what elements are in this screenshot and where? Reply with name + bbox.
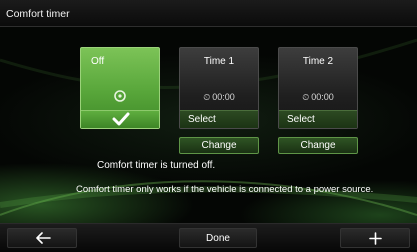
change-time-1-button[interactable]: Change: [179, 137, 259, 154]
tile-time-1[interactable]: Time 1 ⏲ 00:00 Select: [179, 47, 259, 129]
tile-time-2-select[interactable]: Select: [279, 110, 357, 128]
bottom-bar: Done: [0, 223, 417, 252]
comfort-timer-screen: Comfort timer Off Time 1 ⏲ 00:00 Select T…: [0, 0, 417, 252]
timer-clock-icon: ⏲: [203, 92, 211, 102]
timer-clock-icon: ⏲: [302, 92, 310, 102]
tile-time-2-label: Time 2: [302, 56, 334, 67]
tile-time-1-select[interactable]: Select: [180, 110, 258, 128]
plus-button[interactable]: [340, 228, 410, 248]
tile-time-2-time: ⏲ 00:00: [279, 92, 357, 103]
power-icon: [114, 90, 126, 102]
status-message: Comfort timer is turned off.: [97, 160, 216, 171]
tile-off[interactable]: Off: [80, 47, 160, 129]
tile-time-2[interactable]: Time 2 ⏲ 00:00 Select: [278, 47, 358, 129]
time-value: 00:00: [212, 92, 235, 102]
change-time-2-button[interactable]: Change: [278, 137, 358, 154]
time-value: 00:00: [311, 92, 334, 102]
done-label: Done: [206, 233, 230, 244]
checkmark-icon: [112, 112, 130, 126]
tile-time-1-time: ⏲ 00:00: [180, 92, 258, 103]
title-bar: Comfort timer: [0, 0, 417, 27]
plus-icon: [369, 232, 382, 245]
tile-off-label: Off: [91, 56, 105, 67]
page-title: Comfort timer: [6, 8, 70, 20]
back-arrow-icon: [36, 232, 51, 244]
info-message: Comfort timer only works if the vehicle …: [76, 184, 374, 195]
tile-time-1-label: Time 1: [203, 56, 235, 67]
back-button[interactable]: [7, 228, 77, 248]
done-button[interactable]: Done: [179, 228, 257, 248]
